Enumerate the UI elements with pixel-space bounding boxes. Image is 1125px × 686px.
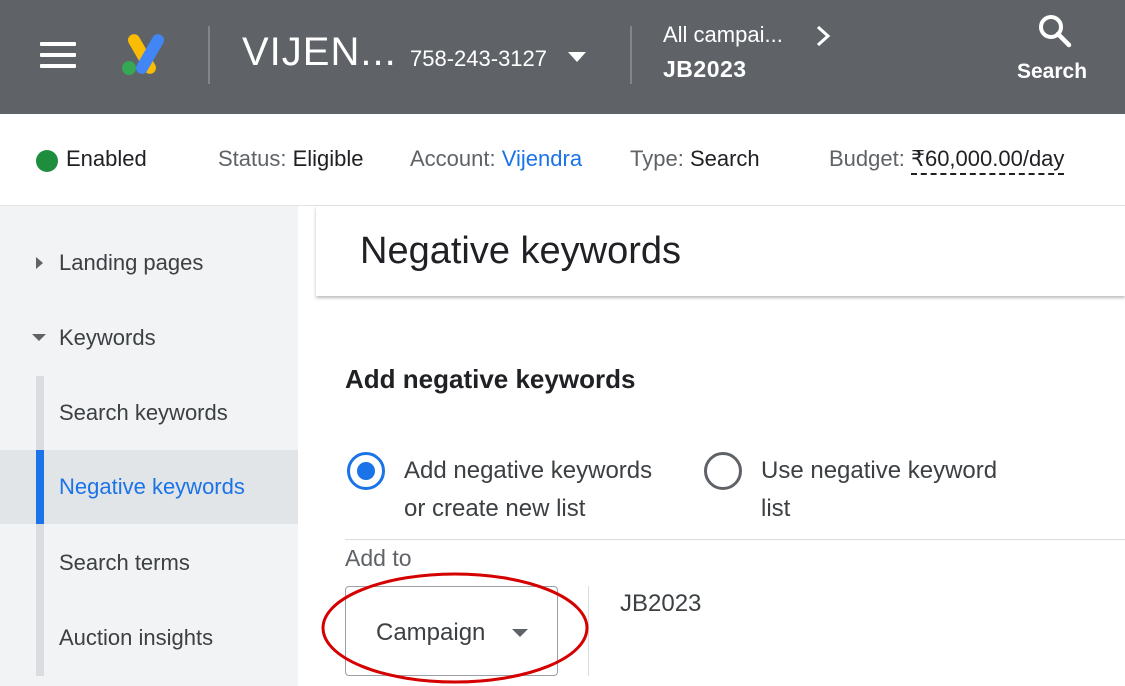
sidebar-item-label: Negative keywords xyxy=(59,474,245,499)
search-button[interactable]: Search xyxy=(1010,8,1100,88)
sidebar-item-search-keywords[interactable]: Search keywords xyxy=(0,376,298,450)
status-value: Eligible xyxy=(292,146,364,171)
breadcrumb-all-campaigns[interactable]: All campai... xyxy=(663,22,783,48)
menu-icon[interactable] xyxy=(40,42,76,70)
sidebar-item-label: Landing pages xyxy=(59,250,204,275)
page-title: Negative keywords xyxy=(360,230,682,272)
account-key: Account: xyxy=(410,146,496,171)
radio-label-line: list xyxy=(761,495,791,522)
account-info: Account: Vijendra xyxy=(410,146,582,172)
sidebar-item-label: Auction insights xyxy=(59,625,214,650)
section-title: Add negative keywords xyxy=(345,364,636,394)
radio-label-use-negative-keyword-list[interactable]: Use negative keyword list xyxy=(761,452,997,528)
google-ads-logo[interactable] xyxy=(120,34,166,76)
level-dropdown[interactable]: Campaign xyxy=(345,586,558,676)
budget-value[interactable]: ₹60,000.00/day xyxy=(910,146,1065,175)
chevron-right-icon[interactable] xyxy=(812,22,834,50)
divider xyxy=(588,586,589,676)
divider xyxy=(630,26,632,84)
divider xyxy=(208,26,210,84)
radio-label-line: Add negative keywords xyxy=(404,457,653,484)
account-name[interactable]: VIJEN... xyxy=(242,30,397,75)
sidebar-item-landing-pages[interactable]: Landing pages xyxy=(0,226,298,300)
sidebar-item-label: Keywords xyxy=(59,325,156,350)
radio-label-line: Use negative keyword xyxy=(761,457,998,484)
top-app-bar: VIJEN... 758-243-3127 All campai... JB20… xyxy=(0,0,1125,114)
collapse-arrow-icon xyxy=(32,334,46,341)
page-header: Negative keywords xyxy=(316,206,1125,296)
status-key: Status: xyxy=(218,146,287,171)
level-dropdown-value: Campaign xyxy=(376,619,486,646)
sidebar-item-label: Search keywords xyxy=(59,400,228,425)
campaign-type: Type: Search xyxy=(630,146,760,172)
expand-arrow-icon xyxy=(36,257,43,269)
chevron-down-icon[interactable] xyxy=(568,52,586,62)
divider xyxy=(345,539,1125,540)
sidebar-item-search-terms[interactable]: Search terms xyxy=(0,526,298,600)
type-key: Type: xyxy=(630,146,684,171)
enabled-status[interactable]: Enabled xyxy=(66,146,147,172)
campaign-budget: Budget: ₹60,000.00/day xyxy=(829,146,1065,175)
type-value: Search xyxy=(689,146,760,171)
radio-use-negative-keyword-list[interactable] xyxy=(704,452,742,490)
radio-label-line: or create new list xyxy=(404,495,586,522)
budget-key: Budget: xyxy=(829,146,905,171)
add-to-label: Add to xyxy=(345,545,412,571)
breadcrumb-campaign[interactable]: JB2023 xyxy=(663,56,747,83)
search-label: Search xyxy=(1017,60,1088,83)
sidebar-item-keywords[interactable]: Keywords xyxy=(0,301,298,375)
radio-label-add-negative-keywords[interactable]: Add negative keywords or create new list xyxy=(404,452,652,528)
dropdown-arrow-icon xyxy=(512,629,528,637)
status-dot-icon xyxy=(36,150,58,172)
side-navigation: Landing pages Keywords Search keywords N… xyxy=(0,206,298,686)
search-icon xyxy=(1039,15,1072,48)
account-link[interactable]: Vijendra xyxy=(502,146,582,171)
sidebar-item-negative-keywords[interactable]: Negative keywords xyxy=(0,450,298,524)
sidebar-item-auction-insights[interactable]: Auction insights xyxy=(0,601,298,675)
active-indicator xyxy=(36,450,44,524)
eligibility-status: Status: Eligible xyxy=(218,146,364,172)
sidebar-item-label: Search terms xyxy=(59,550,190,575)
selected-campaign-name: JB2023 xyxy=(620,590,702,617)
campaign-status-bar: Enabled Status: Eligible Account: Vijend… xyxy=(0,114,1125,206)
radio-add-negative-keywords[interactable] xyxy=(347,452,385,490)
account-id[interactable]: 758-243-3127 xyxy=(410,46,547,72)
